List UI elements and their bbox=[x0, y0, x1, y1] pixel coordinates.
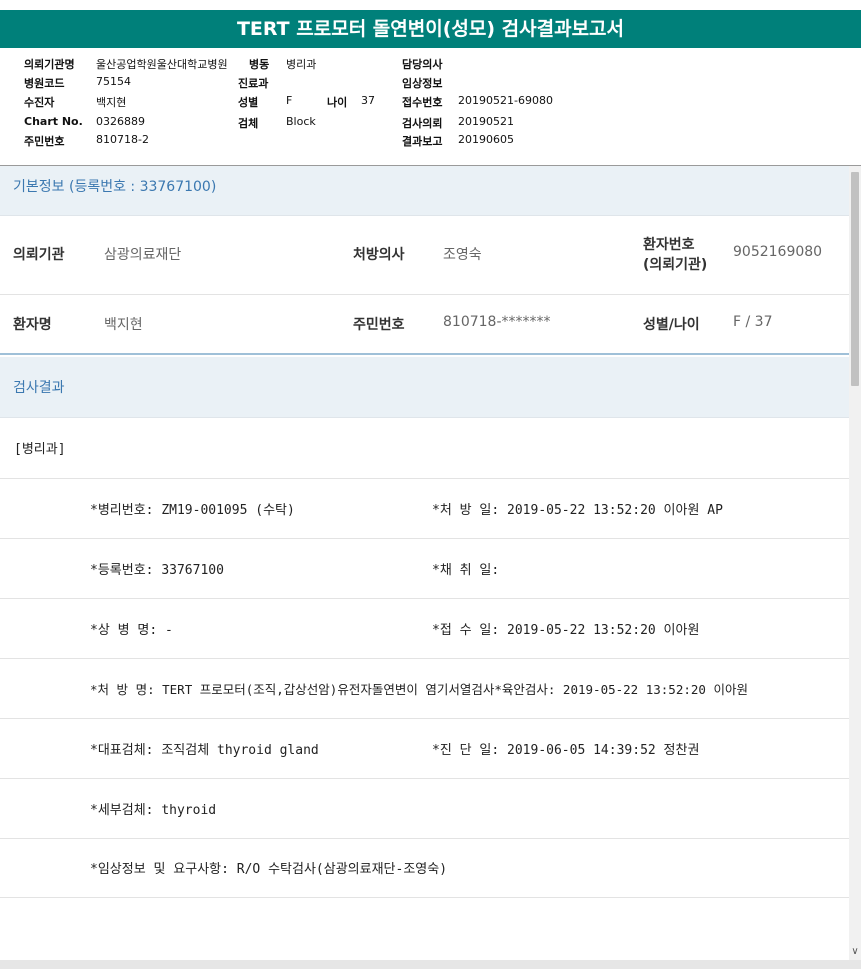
result-right: *채 취 일: bbox=[432, 563, 500, 578]
header-key: 성별 bbox=[238, 96, 259, 109]
department-label: [병리과] bbox=[14, 442, 66, 457]
vertical-scrollbar[interactable]: ∨ bbox=[849, 166, 861, 960]
header-value: 20190521 bbox=[458, 115, 514, 128]
result-right: *접 수 일: 2019-05-22 13:52:20 이아원 bbox=[432, 623, 700, 638]
header-value: 20190521-69080 bbox=[458, 94, 553, 107]
result-row: *상 병 명: - *접 수 일: 2019-05-22 13:52:20 이아… bbox=[0, 599, 849, 659]
result-row: *등록번호: 33767100 *채 취 일: bbox=[0, 539, 849, 599]
result-left: *임상정보 및 요구사항: R/O 수탁검사(삼광의료재단-조영숙) bbox=[90, 862, 448, 877]
header-row: 병원코드 75154 진료과 임상정보 bbox=[0, 75, 861, 94]
rrn-value: 810718-******* bbox=[443, 314, 551, 330]
result-left: *세부검체: thyroid bbox=[90, 803, 217, 818]
header-value: 37 bbox=[361, 94, 375, 107]
patient-name-label: 환자명 bbox=[13, 317, 52, 333]
header-key: 담당의사 bbox=[402, 58, 443, 71]
report-content: 기본정보 (등록번호 : 33767100) 의뢰기관 삼광의료재단 처방의사 … bbox=[0, 166, 849, 960]
header-value: F bbox=[286, 94, 293, 107]
header-key: 병원코드 bbox=[24, 77, 65, 90]
registration-number: (등록번호 : 33767100) bbox=[68, 179, 217, 195]
header-row: 의뢰기관명 울산공업학원울산대학교병원 병동 병리과 담당의사 bbox=[0, 56, 861, 75]
info-row: 의뢰기관 삼광의료재단 처방의사 조영숙 환자번호 (의뢰기관) 9052169… bbox=[0, 216, 849, 295]
result-left: *병리번호: ZM19-001095 (수탁) bbox=[90, 503, 295, 518]
results-title: 검사결과 bbox=[13, 380, 65, 396]
patient-name-value: 백지현 bbox=[104, 317, 143, 333]
horizontal-scrollbar[interactable] bbox=[0, 960, 861, 969]
department-row: [병리과] bbox=[0, 418, 849, 479]
institution-label: 의뢰기관 bbox=[13, 247, 65, 263]
basic-info-heading: 기본정보 (등록번호 : 33767100) bbox=[0, 166, 849, 216]
header-value: 0326889 bbox=[96, 115, 145, 128]
report-header: 의뢰기관명 울산공업학원울산대학교병원 병동 병리과 담당의사 병원코드 751… bbox=[0, 56, 861, 156]
header-key: 접수번호 bbox=[402, 96, 443, 109]
header-key: Chart No. bbox=[24, 115, 83, 128]
result-left: *상 병 명: - bbox=[90, 623, 173, 638]
header-key: 의뢰기관명 bbox=[24, 58, 75, 71]
result-right: *처 방 일: 2019-05-22 13:52:20 이아원 AP bbox=[432, 503, 723, 518]
header-key: 주민번호 bbox=[24, 135, 65, 148]
header-value: 백지현 bbox=[96, 96, 127, 109]
sex-age-label: 성별/나이 bbox=[643, 317, 700, 333]
header-value: 울산공업학원울산대학교병원 bbox=[96, 58, 228, 71]
header-value: Block bbox=[286, 115, 316, 128]
report-title: TERT 프로모터 돌연변이(성모) 검사결과보고서 bbox=[0, 10, 861, 48]
header-key: 나이 bbox=[327, 96, 348, 109]
result-row: *임상정보 및 요구사항: R/O 수탁검사(삼광의료재단-조영숙) bbox=[0, 838, 849, 898]
result-right: *진 단 일: 2019-06-05 14:39:52 정찬권 bbox=[432, 743, 700, 758]
header-value: 병리과 bbox=[286, 58, 317, 71]
sex-age-value: F / 37 bbox=[733, 314, 773, 330]
info-row: 환자명 백지현 주민번호 810718-******* 성별/나이 F / 37 bbox=[0, 295, 849, 355]
header-key: 수진자 bbox=[24, 96, 55, 109]
header-key: 병동 bbox=[249, 58, 270, 71]
result-row: *대표검체: 조직검체 thyroid gland *진 단 일: 2019-0… bbox=[0, 719, 849, 779]
header-key: 검체 bbox=[238, 117, 259, 130]
patient-no-sublabel: (의뢰기관) bbox=[643, 257, 708, 273]
header-value: 20190605 bbox=[458, 133, 514, 146]
scroll-thumb[interactable] bbox=[851, 172, 859, 386]
patient-no-label: 환자번호 bbox=[643, 237, 695, 253]
result-left: *등록번호: 33767100 bbox=[90, 563, 224, 578]
doctor-value: 조영숙 bbox=[443, 247, 482, 263]
header-row: Chart No. 0326889 검체 Block 검사의뢰 20190521 bbox=[0, 115, 861, 134]
header-row: 주민번호 810718-2 결과보고 20190605 bbox=[0, 133, 861, 152]
header-key: 결과보고 bbox=[402, 135, 443, 148]
patient-no-value: 9052169080 bbox=[733, 244, 823, 260]
header-key: 임상정보 bbox=[402, 77, 443, 90]
header-value: 810718-2 bbox=[96, 133, 149, 146]
result-row: *병리번호: ZM19-001095 (수탁) *처 방 일: 2019-05-… bbox=[0, 479, 849, 539]
institution-value: 삼광의료재단 bbox=[104, 247, 182, 263]
header-key: 진료과 bbox=[238, 77, 269, 90]
result-left: *처 방 명: TERT 프로모터(조직,갑상선암)유전자돌연변이 염기서열검사… bbox=[90, 682, 748, 697]
basic-info-title: 기본정보 bbox=[13, 179, 65, 195]
header-value: 75154 bbox=[96, 75, 131, 88]
header-row: 수진자 백지현 성별 F 나이 37 접수번호 20190521-69080 bbox=[0, 94, 861, 113]
result-row: *처 방 명: TERT 프로모터(조직,갑상선암)유전자돌연변이 염기서열검사… bbox=[0, 659, 849, 719]
doctor-label: 처방의사 bbox=[353, 247, 405, 263]
result-row: *세부검체: thyroid bbox=[0, 779, 849, 839]
results-heading: 검사결과 bbox=[0, 357, 849, 418]
rrn-label: 주민번호 bbox=[353, 317, 405, 333]
chevron-down-icon[interactable]: ∨ bbox=[850, 946, 860, 958]
result-left: *대표검체: 조직검체 thyroid gland bbox=[90, 743, 319, 758]
header-key: 검사의뢰 bbox=[402, 117, 443, 130]
